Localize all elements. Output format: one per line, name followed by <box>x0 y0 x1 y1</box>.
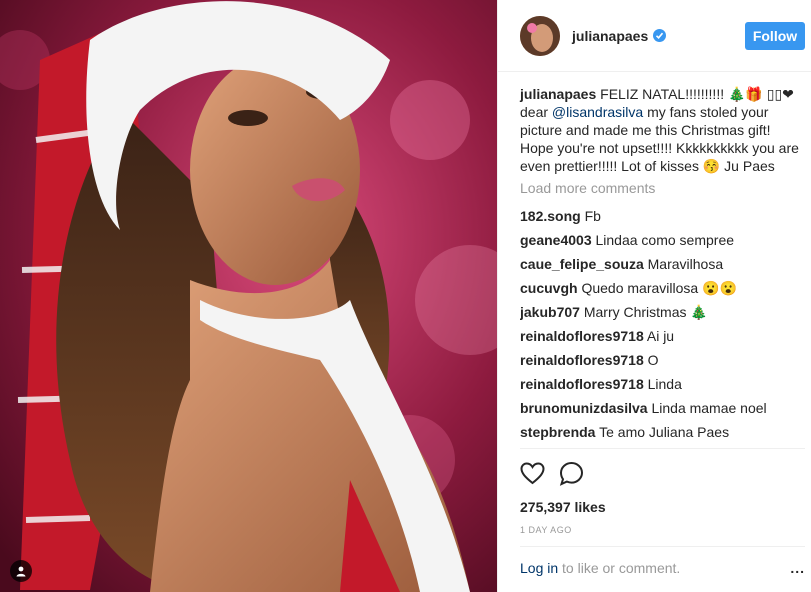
follow-button[interactable]: Follow <box>745 21 805 50</box>
heart-glyph <box>520 462 545 485</box>
comment-text: Fb <box>584 208 601 224</box>
login-prompt-text: to like or comment. <box>558 560 681 576</box>
checkmark-icon <box>656 32 664 39</box>
comment-text: Lindaa como sempree <box>595 232 735 248</box>
login-prompt: Log in to like or comment. ... <box>520 546 805 576</box>
login-link[interactable]: Log in <box>520 560 558 576</box>
comment-username[interactable]: reinaldoflores9718 <box>520 376 644 392</box>
comment-username[interactable]: stepbrenda <box>520 424 595 440</box>
comment-username[interactable]: brunomunizdasilva <box>520 400 648 416</box>
post-timestamp[interactable]: 1 DAY AGO <box>520 525 805 535</box>
comment-text: Te amo Juliana Paes <box>599 424 730 440</box>
comment-text: O <box>647 352 659 368</box>
comment-item: jakub707 Marry Christmas 🎄 <box>520 303 805 321</box>
comment-text: Ai ju <box>646 328 675 344</box>
comment-bubble-glyph <box>559 461 584 486</box>
comment-text: Linda <box>647 376 682 392</box>
comment-item: caue_felipe_souza Maravilhosa <box>520 255 805 273</box>
caption-mention-link[interactable]: @lisandrasilva <box>552 104 643 120</box>
comment-text: Maravilhosa <box>647 256 724 272</box>
comments-list: julianapaes FELIZ NATAL!!!!!!!!!! 🎄🎁 ▯▯❤… <box>498 72 811 441</box>
avatar-image <box>520 15 560 56</box>
likes-count[interactable]: 275,397 likes <box>520 499 805 515</box>
caption-username[interactable]: julianapaes <box>520 86 596 102</box>
action-icons <box>520 461 805 491</box>
comment-item: cucuvgh Quedo maravillosa 😮😮 <box>520 279 805 297</box>
heart-icon[interactable] <box>520 462 545 490</box>
person-tag-icon[interactable] <box>10 560 32 582</box>
verified-badge-icon <box>653 29 667 42</box>
comment-item: geane4003 Lindaa como sempree <box>520 231 805 249</box>
comment-item: 182.song Fb <box>520 207 805 225</box>
avatar[interactable] <box>520 15 560 56</box>
comment-text: Marry Christmas 🎄 <box>583 304 708 320</box>
comment-username[interactable]: geane4003 <box>520 232 592 248</box>
comment-username[interactable]: jakub707 <box>520 304 580 320</box>
comment-text: Linda mamae noel <box>651 400 767 416</box>
comment-username[interactable]: caue_felipe_souza <box>520 256 644 272</box>
post-caption: julianapaes FELIZ NATAL!!!!!!!!!! 🎄🎁 ▯▯❤… <box>520 85 805 175</box>
comment-item: reinaldoflores9718 Ai ju <box>520 327 805 345</box>
comment-item: stepbrenda Te amo Juliana Paes <box>520 423 805 441</box>
post-actions: 275,397 likes 1 DAY AGO <box>520 448 805 535</box>
post-photo[interactable] <box>0 0 497 592</box>
post-photo-art <box>0 0 497 592</box>
comment-bubble-icon[interactable] <box>559 461 584 491</box>
comment-item: reinaldoflores9718 O <box>520 351 805 369</box>
post-header: julianapaes Follow <box>498 0 811 72</box>
post-side-panel: julianapaes Follow julianapaes FELIZ NAT… <box>497 0 811 592</box>
comment-item: reinaldoflores9718 Linda <box>520 375 805 393</box>
comment-username[interactable]: reinaldoflores9718 <box>520 352 644 368</box>
comment-username[interactable]: cucuvgh <box>520 280 578 296</box>
load-more-comments-link[interactable]: Load more comments <box>520 179 805 197</box>
comment-item: brunomunizdasilva Linda mamae noel <box>520 399 805 417</box>
more-options-button[interactable]: ... <box>790 560 805 576</box>
comment-username[interactable]: reinaldoflores9718 <box>520 328 644 344</box>
comment-text: Quedo maravillosa 😮😮 <box>581 280 737 296</box>
header-username[interactable]: julianapaes <box>572 28 648 44</box>
person-tag-glyph <box>16 566 26 577</box>
comment-username[interactable]: 182.song <box>520 208 581 224</box>
